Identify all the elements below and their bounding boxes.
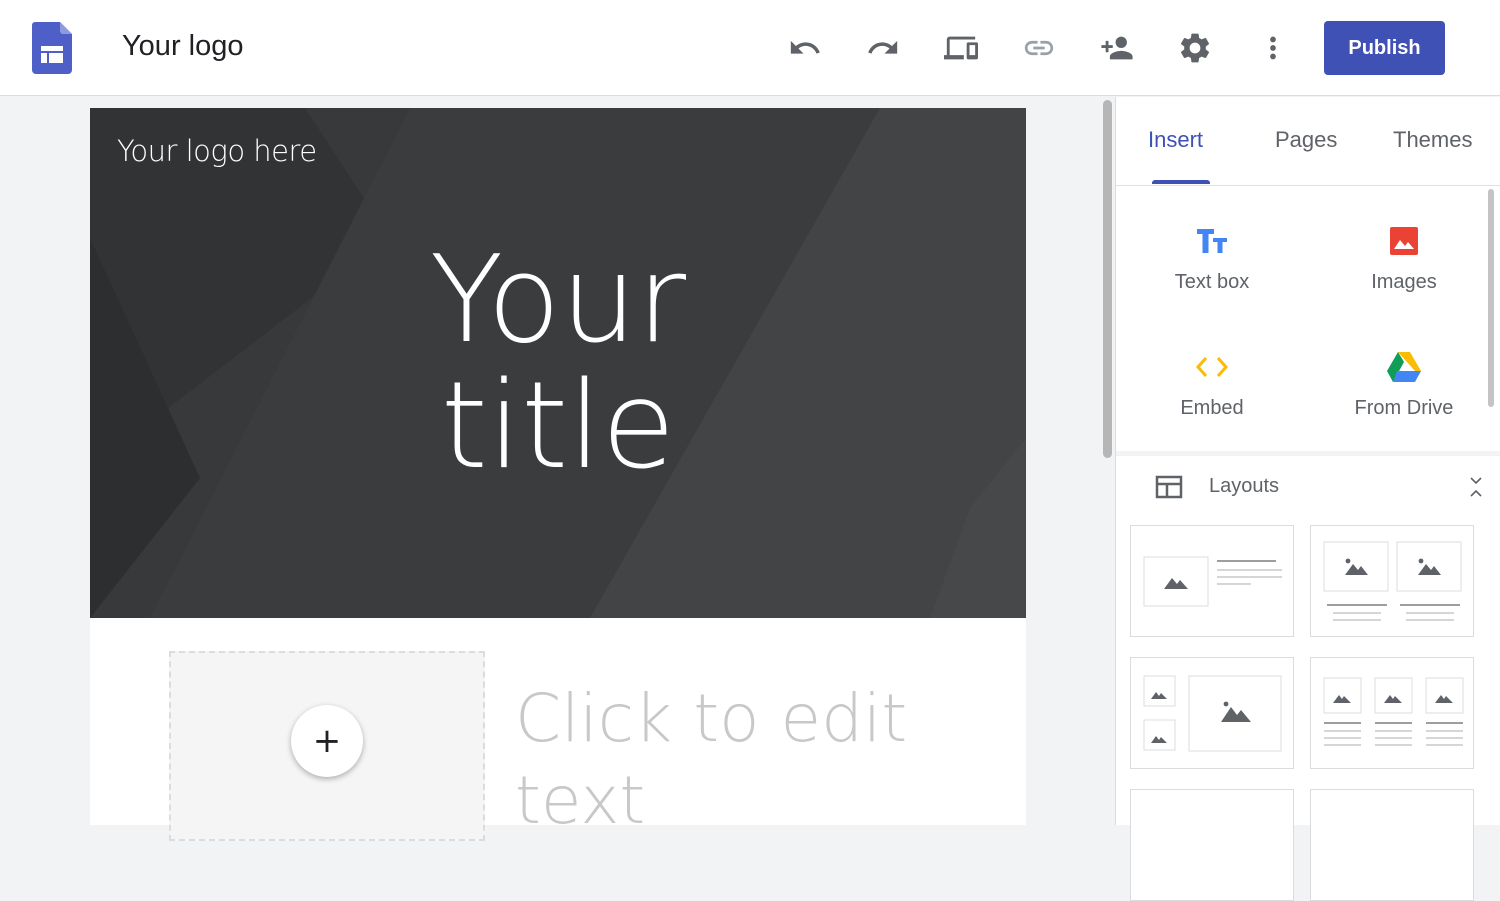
site-name[interactable]: Your logo: [122, 30, 243, 63]
preview-button[interactable]: [943, 30, 979, 66]
layout-card-6[interactable]: [1310, 789, 1474, 901]
edit-text-line-1: Click to edit: [515, 680, 908, 757]
settings-icon: [1180, 33, 1210, 63]
share-icon: [1101, 36, 1133, 60]
tab-pages[interactable]: Pages: [1275, 127, 1337, 153]
redo-icon: [868, 40, 898, 54]
layout-gallery[interactable]: [1130, 657, 1294, 769]
insert-images[interactable]: Images: [1329, 221, 1479, 294]
layout-two-images-preview: [1323, 541, 1462, 621]
layout-two-images[interactable]: [1310, 525, 1474, 637]
panel-scrollbar[interactable]: [1488, 189, 1494, 407]
active-tab-indicator: [1152, 180, 1210, 184]
collapse-icon[interactable]: [1468, 475, 1484, 499]
share-button[interactable]: [1099, 30, 1135, 66]
link-icon: [1024, 40, 1054, 56]
more-vert-icon: [1270, 36, 1276, 60]
insert-from-drive[interactable]: From Drive: [1329, 347, 1479, 420]
editable-text-box[interactable]: Click to edit text: [515, 678, 935, 842]
publish-button[interactable]: Publish: [1324, 21, 1445, 75]
canvas-scrollbar[interactable]: [1103, 100, 1112, 458]
top-app-bar: Your logo Publish: [0, 0, 1500, 96]
panel-tabs: Insert Pages Themes: [1116, 97, 1500, 186]
settings-button[interactable]: [1177, 30, 1213, 66]
embed-icon: [1195, 357, 1229, 377]
insert-embed[interactable]: Embed: [1137, 347, 1287, 420]
banner-title[interactable]: Your title: [90, 238, 1026, 490]
tab-insert[interactable]: Insert: [1148, 127, 1203, 153]
insert-link-button[interactable]: [1021, 30, 1057, 66]
undo-button[interactable]: [787, 30, 823, 66]
insert-text-box[interactable]: Text box: [1137, 221, 1287, 294]
text-box-label: Text box: [1174, 271, 1250, 293]
embed-label: Embed: [1180, 397, 1244, 419]
layout-icon: [1155, 475, 1183, 499]
layout-three-columns-preview: [1323, 677, 1464, 746]
sites-logo-icon[interactable]: [32, 22, 72, 74]
layout-gallery-preview: [1143, 675, 1282, 752]
from-drive-label: From Drive: [1354, 397, 1454, 419]
plus-icon: +: [312, 721, 342, 761]
layouts-header[interactable]: Layouts: [1116, 467, 1500, 507]
layout-image-text[interactable]: [1130, 525, 1294, 637]
text-box-icon: [1197, 229, 1227, 253]
page-canvas: Your logo here Your title + Click to edi…: [90, 108, 1026, 841]
layout-three-columns[interactable]: [1310, 657, 1474, 769]
side-panel: Insert Pages Themes Text box Images Embe…: [1115, 97, 1500, 901]
tab-themes[interactable]: Themes: [1393, 127, 1472, 153]
more-options-button[interactable]: [1255, 30, 1291, 66]
add-image-button[interactable]: +: [291, 705, 363, 777]
edit-text-line-2: text: [515, 762, 646, 839]
title-line-1: Your: [429, 231, 687, 370]
title-line-2: title: [440, 357, 676, 496]
header-banner[interactable]: Your logo here Your title: [90, 108, 1026, 618]
layout-image-text-preview: [1143, 556, 1282, 607]
image-icon: [1390, 227, 1418, 255]
drive-icon: [1387, 352, 1421, 382]
image-placeholder[interactable]: +: [169, 651, 485, 841]
panel-divider: [1116, 451, 1500, 456]
images-label: Images: [1371, 271, 1437, 293]
banner-logo-text[interactable]: Your logo here: [117, 134, 317, 168]
layouts-title: Layouts: [1209, 475, 1280, 497]
undo-icon: [790, 40, 820, 54]
redo-button[interactable]: [865, 30, 901, 66]
content-section: + Click to edit text: [90, 618, 1026, 841]
layout-card-5[interactable]: [1130, 789, 1294, 901]
preview-devices-icon: [944, 36, 978, 60]
